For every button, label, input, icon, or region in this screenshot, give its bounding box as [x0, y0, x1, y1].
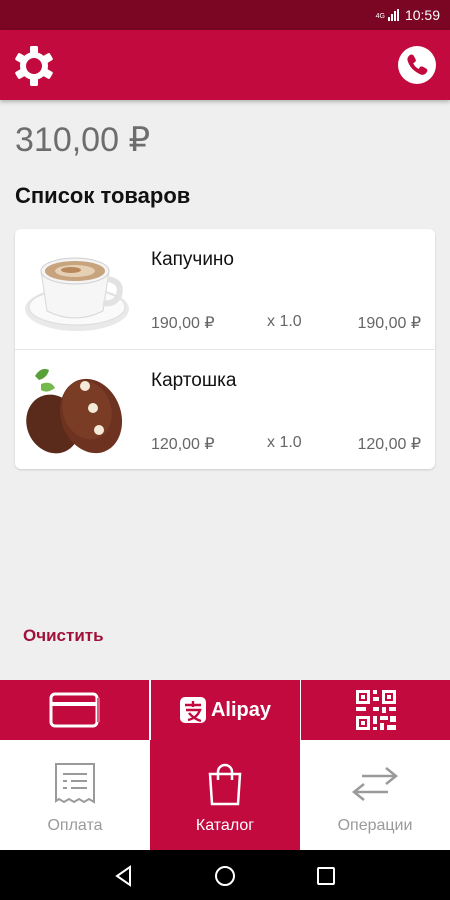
- list-title: Список товаров: [15, 183, 191, 208]
- phone-icon[interactable]: [397, 45, 437, 85]
- tab-catalog[interactable]: Каталог: [150, 740, 300, 850]
- qr-payment-button[interactable]: [301, 680, 450, 740]
- shopping-bag-icon: [208, 763, 242, 806]
- app-bar: [0, 30, 450, 100]
- card-icon: [49, 692, 100, 728]
- status-time: 10:59: [404, 7, 440, 23]
- qr-code-icon: [355, 690, 396, 730]
- card-payment-button[interactable]: [0, 680, 149, 740]
- payment-methods: Alipay: [0, 680, 450, 740]
- item-qty: x 1.0: [267, 313, 302, 330]
- list-item[interactable]: Картошка 120,00 ₽ x 1.0 120,00 ₽: [15, 349, 435, 469]
- tab-label: Каталог: [195, 817, 255, 834]
- alipay-label: Alipay: [210, 698, 272, 721]
- alipay-icon: [179, 697, 206, 723]
- tab-payment[interactable]: Оплата: [0, 740, 150, 850]
- tab-label: Оплата: [47, 817, 103, 834]
- alipay-button[interactable]: Alipay: [150, 680, 300, 740]
- tab-operations[interactable]: Операции: [300, 740, 450, 850]
- item-price: 190,00 ₽: [151, 315, 215, 332]
- kartoshka-cake-image: [26, 368, 123, 454]
- home-icon[interactable]: [214, 865, 236, 887]
- cart-total: 310,00 ₽: [15, 121, 151, 159]
- item-qty: x 1.0: [267, 434, 302, 451]
- cappuccino-image: [25, 257, 129, 331]
- cart-items-card: Капучино 190,00 ₽ x 1.0 190,00 ₽ Картошк…: [15, 229, 435, 469]
- item-price: 120,00 ₽: [151, 436, 215, 453]
- back-icon[interactable]: [113, 865, 135, 887]
- tab-label: Операции: [337, 817, 413, 834]
- clear-button[interactable]: Очистить: [23, 626, 104, 646]
- system-nav-bar: [0, 850, 450, 900]
- item-sum: 190,00 ₽: [357, 315, 421, 332]
- transfer-arrows-icon: [351, 767, 399, 801]
- status-bar: 4G 10:59: [0, 0, 450, 30]
- bottom-tab-bar: Оплата Каталог Операции: [0, 740, 450, 850]
- receipt-icon: [55, 763, 95, 804]
- signal-icon: 4G: [376, 9, 399, 21]
- item-name: Картошка: [151, 370, 237, 391]
- gear-icon[interactable]: [14, 46, 54, 86]
- recents-icon[interactable]: [315, 865, 337, 887]
- item-name: Капучино: [151, 249, 234, 270]
- item-sum: 120,00 ₽: [357, 436, 421, 453]
- list-item[interactable]: Капучино 190,00 ₽ x 1.0 190,00 ₽: [15, 229, 435, 349]
